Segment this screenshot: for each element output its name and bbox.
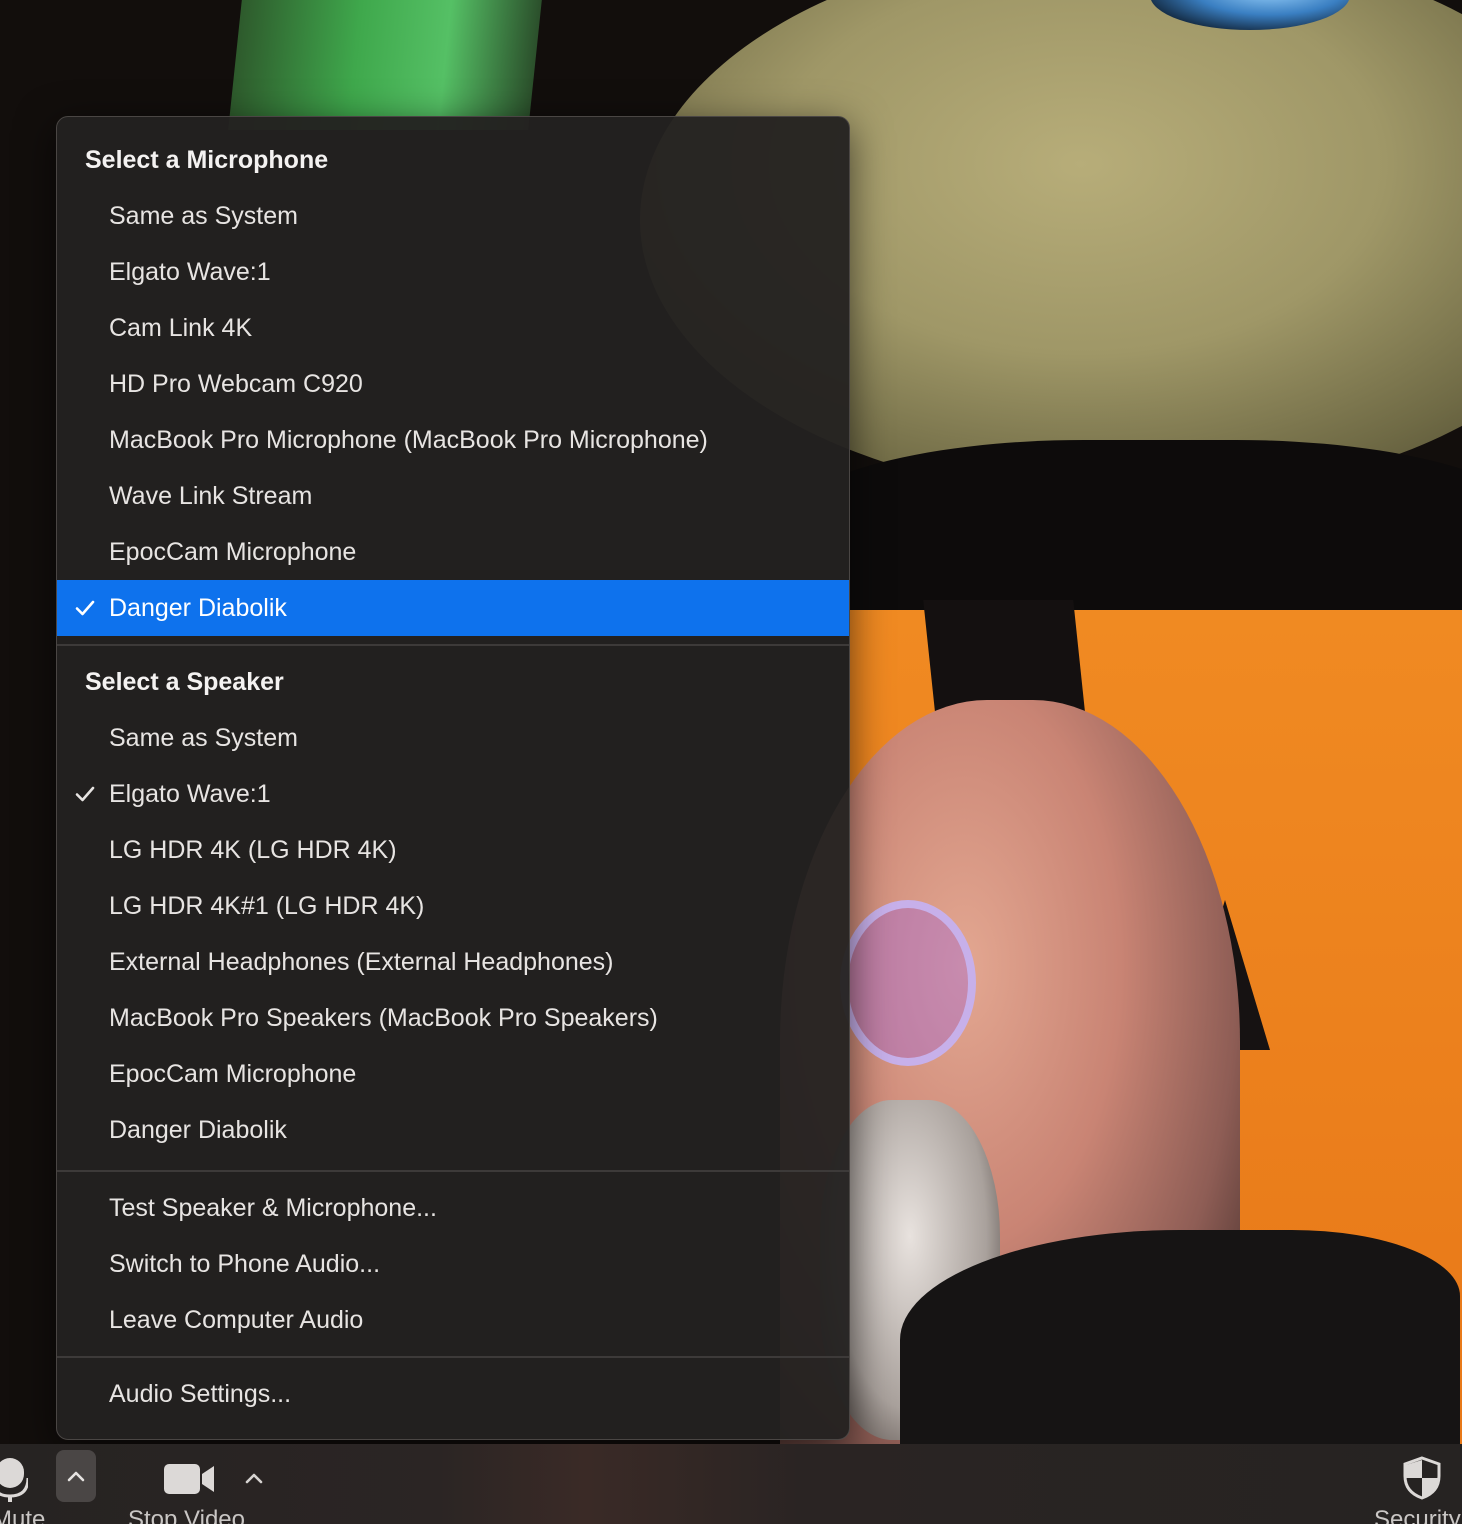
video-detail	[900, 1230, 1460, 1444]
menu-item-label: LG HDR 4K (LG HDR 4K)	[109, 836, 397, 864]
menu-item-label: Elgato Wave:1	[109, 780, 271, 808]
microphone-option-danger-diabolik[interactable]: Danger Diabolik	[57, 580, 849, 636]
microphone-icon	[0, 1458, 28, 1502]
menu-item-label: Elgato Wave:1	[109, 258, 271, 286]
microphone-option-elgato-wave-1[interactable]: Elgato Wave:1	[57, 244, 849, 300]
menu-item-label: HD Pro Webcam C920	[109, 370, 363, 398]
menu-divider	[57, 1170, 849, 1172]
menu-item-label: MacBook Pro Microphone (MacBook Pro Micr…	[109, 426, 708, 454]
checkmark-icon	[73, 580, 97, 636]
menu-item-label: Cam Link 4K	[109, 314, 253, 342]
menu-item-label: LG HDR 4K#1 (LG HDR 4K)	[109, 892, 425, 920]
meeting-toolbar: Mute Stop Video Security	[0, 1444, 1462, 1524]
audio-settings-item[interactable]: Audio Settings...	[57, 1366, 849, 1422]
checkmark-icon	[73, 766, 97, 822]
menu-item-label: Danger Diabolik	[109, 594, 287, 622]
stop-video-label: Stop Video	[128, 1506, 245, 1524]
speaker-option-epoccam-microphone[interactable]: EpocCam Microphone	[57, 1046, 849, 1102]
speaker-option-external-headphones-external-headphones[interactable]: External Headphones (External Headphones…	[57, 934, 849, 990]
menu-item-label: EpocCam Microphone	[109, 1060, 357, 1088]
speaker-option-same-as-system[interactable]: Same as System	[57, 710, 849, 766]
speaker-list: Same as System Elgato Wave:1 LG HDR 4K (LG…	[57, 710, 849, 1158]
menu-divider	[57, 1356, 849, 1358]
menu-item-label: Leave Computer Audio	[109, 1306, 364, 1334]
action-option-switch-to-phone-audio[interactable]: Switch to Phone Audio...	[57, 1236, 849, 1292]
microphone-option-epoccam-microphone[interactable]: EpocCam Microphone	[57, 524, 849, 580]
speaker-option-macbook-pro-speakers-macbook-pro-speakers[interactable]: MacBook Pro Speakers (MacBook Pro Speake…	[57, 990, 849, 1046]
audio-actions-list: Test Speaker & Microphone... Switch to Ph…	[57, 1180, 849, 1348]
chevron-up-icon	[245, 1473, 263, 1484]
menu-item-label: Wave Link Stream	[109, 482, 313, 510]
action-option-test-speaker-microphone[interactable]: Test Speaker & Microphone...	[57, 1180, 849, 1236]
microphone-section-header: Select a Microphone	[85, 146, 329, 174]
microphone-option-wave-link-stream[interactable]: Wave Link Stream	[57, 468, 849, 524]
menu-divider	[57, 644, 849, 646]
microphone-option-same-as-system[interactable]: Same as System	[57, 188, 849, 244]
speaker-option-elgato-wave-1[interactable]: Elgato Wave:1	[57, 766, 849, 822]
action-option-leave-computer-audio[interactable]: Leave Computer Audio	[57, 1292, 849, 1348]
menu-item-label: Audio Settings...	[109, 1380, 292, 1408]
microphone-list: Same as System Elgato Wave:1 Cam Link 4K HD…	[57, 188, 849, 636]
speaker-section-header: Select a Speaker	[85, 668, 284, 696]
menu-item-label: EpocCam Microphone	[109, 538, 357, 566]
menu-item-label: Danger Diabolik	[109, 1116, 287, 1144]
shield-icon	[1403, 1456, 1441, 1500]
menu-item-label: External Headphones (External Headphones…	[109, 948, 614, 976]
menu-item-label: MacBook Pro Speakers (MacBook Pro Speake…	[109, 1004, 658, 1032]
video-camera-icon	[164, 1464, 214, 1494]
speaker-option-lg-hdr-4k-lg-hdr-4k[interactable]: LG HDR 4K (LG HDR 4K)	[57, 822, 849, 878]
microphone-option-cam-link-4k[interactable]: Cam Link 4K	[57, 300, 849, 356]
audio-options-toggle[interactable]	[56, 1450, 96, 1502]
menu-item-label: Switch to Phone Audio...	[109, 1250, 381, 1278]
mute-label: Mute	[0, 1506, 46, 1524]
microphone-option-macbook-pro-microphone-macbook-pro-microphone[interactable]: MacBook Pro Microphone (MacBook Pro Micr…	[57, 412, 849, 468]
menu-item-label: Same as System	[109, 724, 298, 752]
speaker-option-lg-hdr-4k-1-lg-hdr-4k[interactable]: LG HDR 4K#1 (LG HDR 4K)	[57, 878, 849, 934]
chevron-up-icon	[67, 1471, 85, 1482]
menu-item-label: Test Speaker & Microphone...	[109, 1194, 437, 1222]
security-label: Security	[1374, 1506, 1461, 1524]
menu-item-label: Same as System	[109, 202, 298, 230]
microphone-option-hd-pro-webcam-c920[interactable]: HD Pro Webcam C920	[57, 356, 849, 412]
speaker-option-danger-diabolik[interactable]: Danger Diabolik	[57, 1102, 849, 1158]
video-detail	[840, 900, 976, 1066]
video-options-toggle[interactable]	[242, 1466, 266, 1490]
audio-options-menu: Select a Microphone Same as System Elgato…	[56, 116, 850, 1440]
zoom-meeting-window: Select a Microphone Same as System Elgato…	[0, 0, 1462, 1524]
video-detail	[228, 0, 542, 130]
